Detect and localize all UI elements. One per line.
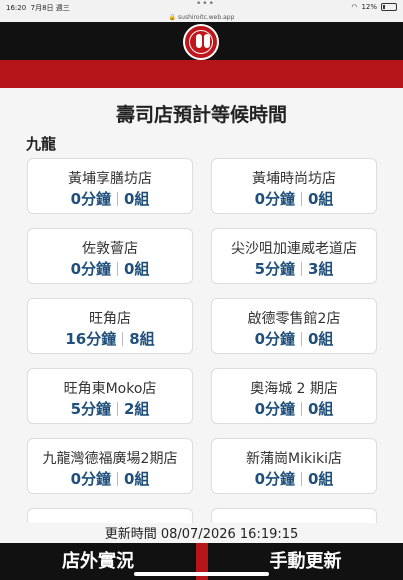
lock-icon: 🔒 — [168, 14, 177, 21]
wait-groups: 0組 — [308, 470, 334, 488]
wait-separator — [117, 402, 118, 416]
wait-minutes: 0分鐘 — [254, 400, 295, 418]
wait-minutes: 5分鐘 — [70, 400, 111, 418]
store-name: 旺角店 — [89, 311, 131, 327]
wait-minutes: 0分鐘 — [70, 190, 111, 208]
update-value: 08/07/2026 16:19:15 — [160, 527, 299, 542]
wait-minutes: 0分鐘 — [70, 260, 111, 278]
wait-minutes: 16分鐘 — [65, 330, 117, 348]
store-card[interactable]: 九龍灣德福廣場2期店 0分鐘 0組 — [27, 438, 193, 494]
wifi-icon: ◠ — [351, 3, 358, 11]
header-red-band — [0, 60, 403, 88]
wait-separator — [301, 472, 302, 486]
wait-separator — [301, 262, 302, 276]
wait-minutes: 0分鐘 — [70, 470, 111, 488]
store-wait: 0分鐘 0組 — [28, 468, 192, 489]
brand-logo — [183, 24, 219, 60]
store-wait: 0分鐘 0組 — [28, 258, 192, 279]
store-wait: 16分鐘 8組 — [28, 328, 192, 349]
store-name: 尖沙咀加連威老道店 — [231, 241, 357, 257]
store-name: 九龍灣德福廣場2期店 — [42, 451, 178, 467]
store-card[interactable]: 啟德零售館2店 0分鐘 0組 — [211, 298, 377, 354]
store-card[interactable]: 黃埔時尚坊店 0分鐘 0組 — [211, 158, 377, 214]
page-title: 壽司店預計等候時間 — [115, 104, 287, 126]
wait-separator — [117, 192, 118, 206]
store-wait: 5分鐘 2組 — [28, 398, 192, 419]
battery-icon — [381, 3, 397, 11]
wait-separator — [117, 262, 118, 276]
store-name: 啟德零售館2店 — [247, 311, 341, 327]
wait-groups: 0組 — [124, 470, 150, 488]
wait-minutes: 5分鐘 — [254, 260, 295, 278]
wait-separator — [117, 472, 118, 486]
wait-groups: 0組 — [308, 330, 334, 348]
wait-groups: 0組 — [308, 400, 334, 418]
url-bar[interactable]: 🔒 sushiroitc.web.app — [0, 14, 403, 22]
store-card[interactable]: 奧海城 2 期店 0分鐘 0組 — [211, 368, 377, 424]
store-name: 新蒲崗Mikiki店 — [246, 451, 342, 467]
multitask-dots-icon[interactable]: ••• — [196, 0, 215, 9]
wait-groups: 0組 — [308, 190, 334, 208]
store-wait: 0分鐘 0組 — [212, 188, 376, 209]
wait-groups: 0組 — [124, 260, 150, 278]
wait-groups: 2組 — [124, 400, 150, 418]
store-wait: 0分鐘 0組 — [212, 398, 376, 419]
update-label: 更新時間 — [104, 527, 157, 542]
status-time: 16:20 7月8日 週三 — [6, 4, 70, 12]
wait-groups: 0組 — [124, 190, 150, 208]
store-wait: 0分鐘 0組 — [212, 468, 376, 489]
update-time-bar: 更新時間 08/07/2026 16:19:15 — [0, 523, 403, 543]
home-indicator — [134, 572, 269, 576]
store-card[interactable]: 佐敦薈店 0分鐘 0組 — [27, 228, 193, 284]
status-bar: 16:20 7月8日 週三 ••• ◠ 12% — [0, 0, 403, 14]
battery-percent: 12% — [361, 3, 377, 11]
store-wait: 0分鐘 0組 — [28, 188, 192, 209]
wait-minutes: 0分鐘 — [254, 330, 295, 348]
wait-separator — [301, 332, 302, 346]
wait-separator — [301, 192, 302, 206]
store-card[interactable]: 尖沙咀加連威老道店 5分鐘 3組 — [211, 228, 377, 284]
store-name: 黃埔時尚坊店 — [252, 171, 336, 187]
store-wait: 0分鐘 0組 — [212, 328, 376, 349]
store-wait: 5分鐘 3組 — [212, 258, 376, 279]
status-indicators: ◠ 12% — [351, 3, 397, 11]
wait-groups: 8組 — [129, 330, 155, 348]
store-card[interactable]: 黃埔享膳坊店 0分鐘 0組 — [27, 158, 193, 214]
wait-minutes: 0分鐘 — [254, 190, 295, 208]
store-name: 佐敦薈店 — [82, 241, 138, 257]
store-card[interactable]: 旺角東Moko店 5分鐘 2組 — [27, 368, 193, 424]
region-heading: 九龍 — [26, 135, 57, 153]
store-name: 黃埔享膳坊店 — [68, 171, 152, 187]
store-card[interactable]: 新蒲崗Mikiki店 0分鐘 0組 — [211, 438, 377, 494]
store-name: 奧海城 2 期店 — [250, 381, 338, 397]
store-name: 旺角東Moko店 — [63, 381, 157, 397]
wait-separator — [122, 332, 124, 346]
wait-minutes: 0分鐘 — [254, 470, 295, 488]
wait-separator — [301, 402, 302, 416]
wait-groups: 3組 — [308, 260, 334, 278]
store-card[interactable]: 旺角店 16分鐘 8組 — [27, 298, 193, 354]
